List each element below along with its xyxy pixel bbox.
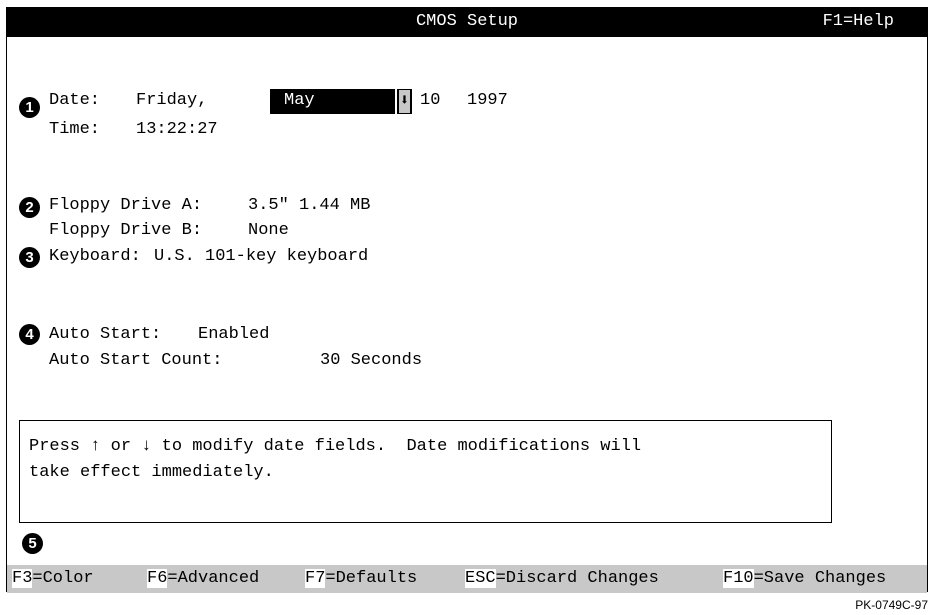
f6-advanced-key[interactable]: F6=Advanced [147,568,259,590]
help-message-line-2: take effect immediately. [29,463,274,482]
f7-defaults-key[interactable]: F7=Defaults [305,568,417,590]
callout-4-badge: 4 [19,324,40,345]
callout-1-badge: 1 [19,97,40,118]
floppy-a-field[interactable]: 3.5" 1.44 MB [248,195,370,217]
time-label: Time: [49,120,101,139]
auto-start-label: Auto Start: [49,325,162,344]
function-key-bar: F3=Color F6=Advanced F7=Defaults ESC=Dis… [7,565,927,593]
date-weekday: Friday, [136,91,208,110]
callout-3-badge: 3 [19,247,40,268]
esc-discard-changes-key[interactable]: ESC=Discard Changes [465,568,659,590]
down-arrow-icon: ⬇ [399,90,410,113]
figure-code: PK-0749C-97 [855,598,928,612]
date-year-field[interactable]: 1997 [467,90,508,112]
f3-color-key[interactable]: F3=Color [12,568,94,590]
help-message-line-1: Press ↑ or ↓ to modify date fields. Date… [29,437,642,456]
auto-start-count-label: Auto Start Count: [49,351,223,370]
title-bar: CMOS Setup F1=Help [6,7,928,37]
f10-save-changes-key[interactable]: F10=Save Changes [723,568,886,590]
date-day-field[interactable]: 10 [420,90,440,112]
keyboard-label: Keyboard: [49,247,141,266]
date-month-value: May [284,91,315,110]
floppy-b-label: Floppy Drive B: [49,221,203,240]
auto-start-count-field[interactable]: 30 Seconds [320,350,422,372]
date-label: Date: [49,91,101,110]
keyboard-field[interactable]: U.S. 101-key keyboard [154,246,368,268]
callout-2-badge: 2 [19,197,40,218]
floppy-b-field[interactable]: None [248,220,289,242]
floppy-a-label: Floppy Drive A: [49,196,203,215]
help-message-box: Press ↑ or ↓ to modify date fields. Date… [19,420,832,523]
callout-5-badge: 5 [22,533,43,554]
time-field[interactable]: 13:22:27 [136,119,218,141]
auto-start-field[interactable]: Enabled [198,324,269,346]
help-key-hint[interactable]: F1=Help [823,11,894,33]
date-month-field[interactable]: May [270,89,395,114]
date-month-spinner[interactable]: ⬇ [397,89,412,114]
screen-title: CMOS Setup [415,12,519,31]
